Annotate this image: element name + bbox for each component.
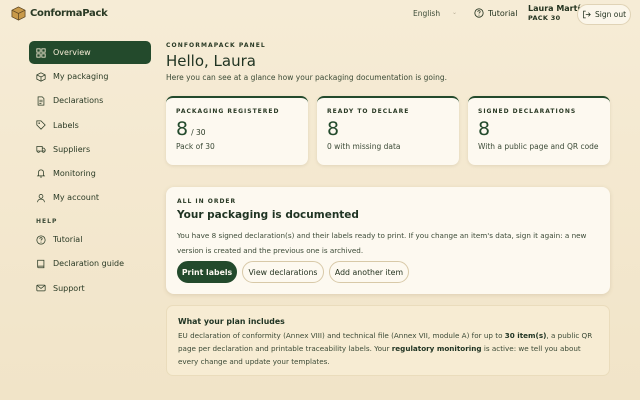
status-actions: Print labels View declarations Add anoth…: [177, 261, 409, 283]
sidebar-item-label: Support: [53, 283, 85, 293]
logout-icon: [583, 10, 591, 19]
stat-note: With a public page and QR code: [478, 142, 599, 151]
status-text: You have 8 signed declaration(s) and the…: [177, 231, 587, 255]
stat-of: / 30: [191, 128, 206, 137]
tutorial-label: Tutorial: [488, 8, 518, 18]
box-icon: [36, 72, 46, 82]
sidebar-item-monitoring[interactable]: Monitoring: [29, 162, 151, 185]
stat-card-ready-to-declare: READY TO DECLARE 8 0 with missing data: [317, 96, 459, 165]
stat-value: 8: [478, 118, 491, 140]
book-icon: [37, 259, 45, 268]
sidebar-item-declaration-guide[interactable]: Declaration guide: [29, 252, 151, 275]
help-circle-icon: [36, 235, 46, 245]
sidebar: Overview My packaging Declarations Label…: [29, 41, 151, 301]
tutorial-link[interactable]: Tutorial: [474, 8, 517, 18]
help-heading: HELP: [36, 218, 58, 226]
mail-icon: [36, 284, 46, 292]
sidebar-item-label: My account: [53, 193, 100, 203]
app-name: ConformaPack: [30, 8, 108, 19]
sidebar-item-label: Monitoring: [53, 168, 96, 178]
stat-value-wrap: 8: [327, 118, 449, 140]
sidebar-item-my-packaging[interactable]: My packaging: [29, 65, 151, 88]
sidebar-item-label: Declarations: [53, 96, 104, 106]
sidebar-item-overview[interactable]: Overview: [29, 41, 151, 64]
sidebar-item-label: My packaging: [53, 72, 109, 82]
stat-value: 8: [327, 118, 340, 140]
stat-value-wrap: 8 / 30: [176, 118, 298, 140]
stat-value-wrap: 8: [478, 118, 600, 140]
stat-label: SIGNED DECLARATIONS: [478, 108, 577, 115]
chevron-down-icon[interactable]: ⌄: [452, 9, 457, 16]
status-kicker: ALL IN ORDER: [177, 198, 237, 205]
stat-value: 8: [176, 118, 189, 140]
sidebar-item-declarations[interactable]: Declarations: [29, 89, 151, 112]
stat-label: PACKAGING REGISTERED: [176, 108, 280, 115]
sidebar-item-label: Tutorial: [53, 235, 83, 245]
language-select[interactable]: English: [413, 9, 440, 18]
stat-note: Pack of 30: [176, 142, 215, 151]
help-circle-icon: [474, 8, 484, 18]
view-declarations-button[interactable]: View declarations: [242, 261, 324, 283]
stat-card-signed-declarations: SIGNED DECLARATIONS 8 With a public page…: [468, 96, 610, 165]
sidebar-item-suppliers[interactable]: Suppliers: [29, 138, 151, 161]
panel-kicker: CONFORMAPACK PANEL: [166, 42, 266, 49]
document-icon: [37, 96, 45, 106]
plan-text-part: EU declaration of conformity (Annex VIII…: [178, 331, 505, 340]
status-card: ALL IN ORDER Your packaging is documente…: [166, 187, 610, 294]
page-title: Hello, Laura: [166, 52, 256, 70]
page-subtitle: Here you can see at a glance how your pa…: [166, 73, 447, 82]
bell-icon: [36, 169, 46, 179]
sidebar-item-label: Suppliers: [53, 144, 91, 154]
app-logo[interactable]: ConformaPack: [11, 6, 108, 21]
tag-icon: [36, 120, 46, 130]
stat-label: READY TO DECLARE: [327, 108, 410, 115]
top-bar: ConformaPack English ⌄ Tutorial Laura Ma…: [0, 0, 640, 30]
grid-icon: [36, 47, 46, 58]
plan-card: What your plan includes EU declaration o…: [166, 305, 610, 376]
package-icon: [11, 6, 26, 21]
sidebar-item-label: Declaration guide: [53, 259, 125, 269]
signout-button[interactable]: Sign out: [577, 4, 631, 25]
print-labels-button[interactable]: Print labels: [177, 261, 237, 283]
status-title: Your packaging is documented: [177, 209, 359, 221]
plan-title: What your plan includes: [178, 317, 285, 326]
plan-text: EU declaration of conformity (Annex VIII…: [178, 329, 603, 368]
stat-card-packaging-registered: PACKAGING REGISTERED 8 / 30 Pack of 30: [166, 96, 308, 165]
truck-icon: [36, 146, 46, 154]
sidebar-item-support[interactable]: Support: [29, 277, 151, 300]
plan-item-count: 30 item(s): [504, 331, 547, 340]
sidebar-item-label: Labels: [53, 120, 79, 130]
plan-monitoring: regulatory monitoring: [391, 344, 482, 353]
user-icon: [37, 193, 45, 202]
add-item-button[interactable]: Add another item: [329, 261, 409, 283]
language-value: English: [413, 9, 441, 18]
sidebar-item-tutorial[interactable]: Tutorial: [29, 228, 151, 251]
sidebar-item-my-account[interactable]: My account: [29, 186, 151, 209]
sidebar-item-label: Overview: [53, 48, 91, 57]
signout-label: Sign out: [594, 10, 627, 19]
sidebar-item-labels[interactable]: Labels: [29, 114, 151, 137]
stat-note: 0 with missing data: [327, 142, 401, 151]
